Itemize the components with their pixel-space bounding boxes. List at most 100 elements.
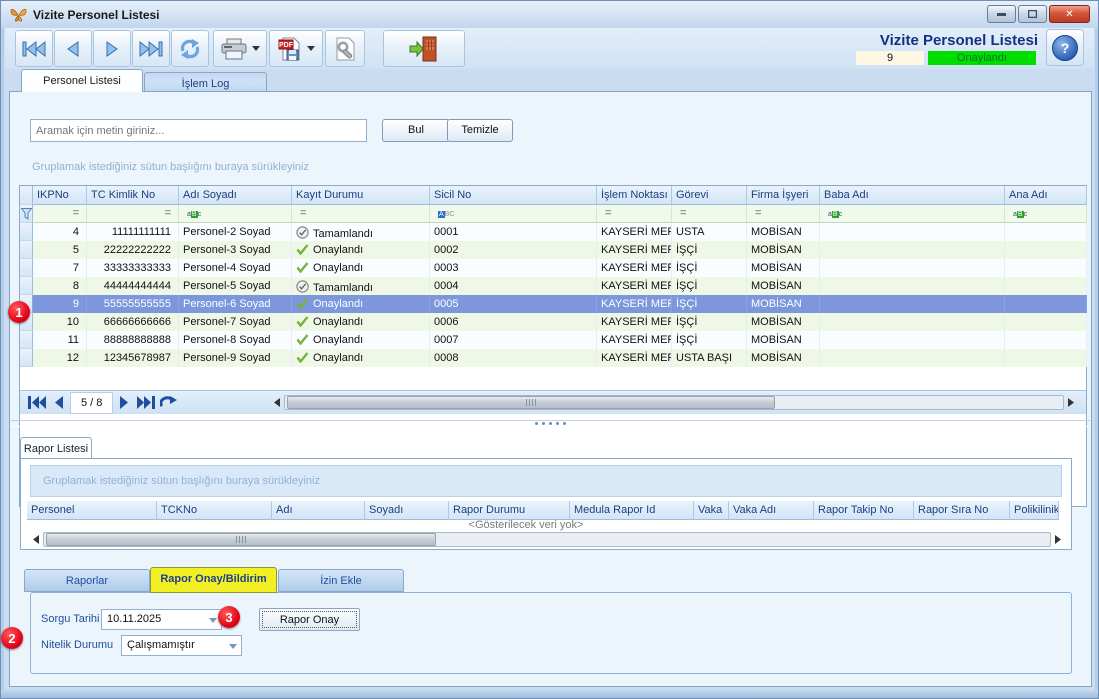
column-header[interactable]: Medula Rapor Id xyxy=(570,501,694,520)
table-row[interactable]: 1212345678987Personel-9 SoyadOnaylandı00… xyxy=(20,349,1086,367)
filter-cell[interactable]: = xyxy=(292,205,430,223)
last-record-button[interactable] xyxy=(132,30,170,67)
table-cell: Onaylandı xyxy=(292,241,430,259)
pager-last-button[interactable] xyxy=(135,393,157,413)
scroll-right-icon[interactable] xyxy=(1064,395,1078,410)
column-header[interactable]: Sicil No xyxy=(430,186,597,205)
table-row[interactable]: 1188888888888Personel-8 SoyadOnaylandı00… xyxy=(20,331,1086,349)
column-header[interactable]: Vaka Adı xyxy=(729,501,814,520)
column-header[interactable]: Rapor Takip No xyxy=(814,501,914,520)
table-row[interactable]: 1066666666666Personel-7 SoyadOnaylandı00… xyxy=(20,313,1086,331)
table-row[interactable]: 844444444444Personel-5 SoyadTamamlandı00… xyxy=(20,277,1086,295)
export-pdf-button[interactable]: PDF xyxy=(269,30,323,67)
filter-cell[interactable]: = xyxy=(672,205,747,223)
pager-first-button[interactable] xyxy=(26,393,48,413)
splitter-handle[interactable] xyxy=(11,420,1090,427)
tab-personel-listesi[interactable]: Personel Listesi xyxy=(21,69,143,92)
tab-rapor-onay-bildirim[interactable]: Rapor Onay/Bildirim xyxy=(150,567,277,593)
pdf-dropdown-icon[interactable] xyxy=(307,46,315,51)
print-button[interactable] xyxy=(213,30,267,67)
table-cell: Personel-5 Soyad xyxy=(179,277,292,295)
column-header[interactable]: Vaka xyxy=(694,501,729,520)
scroll-thumb[interactable] xyxy=(287,396,775,409)
table-cell xyxy=(1005,223,1087,241)
column-header[interactable]: Kayıt Durumu xyxy=(292,186,430,205)
column-header[interactable]: TCKNo xyxy=(157,501,272,520)
column-header[interactable]: Adı Soyadı xyxy=(179,186,292,205)
rapor-grid-hscrollbar[interactable] xyxy=(29,531,1065,548)
nitelik-durumu-select[interactable]: Çalışmamıştır xyxy=(121,635,242,656)
pager-refresh-button[interactable] xyxy=(157,393,179,413)
scroll-thumb[interactable] xyxy=(46,533,436,546)
rapor-onay-button[interactable]: Rapor Onay xyxy=(259,608,360,631)
column-header[interactable]: Ana Adı xyxy=(1005,186,1087,205)
scroll-left-icon[interactable] xyxy=(29,532,43,547)
table-cell: USTA xyxy=(672,223,747,241)
table-row[interactable]: 733333333333Personel-4 SoyadOnaylandı000… xyxy=(20,259,1086,277)
scroll-left-icon[interactable] xyxy=(270,395,284,410)
tab-islem-log[interactable]: İşlem Log xyxy=(144,72,267,92)
table-cell xyxy=(1005,241,1087,259)
filter-cell[interactable]: aBc xyxy=(179,205,292,223)
column-header[interactable]: Baba Adı xyxy=(820,186,1005,205)
find-button[interactable]: Bul xyxy=(382,119,450,142)
column-header[interactable]: Soyadı xyxy=(365,501,449,520)
table-cell: Onaylandı xyxy=(292,331,430,349)
maximize-button[interactable] xyxy=(1018,5,1047,23)
close-button[interactable]: ✕ xyxy=(1049,5,1090,23)
print-dropdown-icon[interactable] xyxy=(252,46,260,51)
filter-cell[interactable]: = xyxy=(747,205,820,223)
rapor-listesi-tab[interactable]: Rapor Listesi xyxy=(20,437,92,459)
filter-cell[interactable]: = xyxy=(597,205,672,223)
column-header[interactable]: Adı xyxy=(272,501,365,520)
search-input[interactable] xyxy=(30,119,367,142)
print-preview-button[interactable] xyxy=(325,30,365,67)
column-header[interactable]: Personel xyxy=(27,501,157,520)
tab-raporlar[interactable]: Raporlar xyxy=(24,569,150,592)
table-cell: 0007 xyxy=(430,331,597,349)
personel-grid-pager: 5 / 8 xyxy=(20,390,1086,414)
help-button[interactable]: ? xyxy=(1046,29,1084,66)
filter-cell[interactable]: ABC xyxy=(430,205,597,223)
column-header[interactable]: TC Kimlik No xyxy=(87,186,179,205)
table-cell: İŞÇİ xyxy=(672,295,747,313)
minimize-button[interactable] xyxy=(987,5,1016,23)
table-row[interactable]: 522222222222Personel-3 SoyadOnaylandı000… xyxy=(20,241,1086,259)
column-header[interactable]: İşlem Noktası xyxy=(597,186,672,205)
personel-grid-hscrollbar[interactable] xyxy=(270,394,1078,411)
column-header[interactable]: Polikilinik xyxy=(1010,501,1059,520)
filter-row[interactable]: ==aBc=ABC===aBcaBc xyxy=(20,205,1086,223)
column-header[interactable]: Görevi xyxy=(672,186,747,205)
clear-button[interactable]: Temizle xyxy=(447,119,513,142)
table-cell: 0008 xyxy=(430,349,597,367)
exit-button[interactable] xyxy=(383,30,465,67)
column-header[interactable]: Rapor Sıra No xyxy=(914,501,1010,520)
scroll-right-icon[interactable] xyxy=(1051,532,1065,547)
table-cell: KAYSERİ MERKEZ xyxy=(597,223,672,241)
column-header[interactable]: Firma İşyeri xyxy=(747,186,820,205)
table-cell: KAYSERİ MERKEZ xyxy=(597,313,672,331)
filter-cell[interactable]: aBc xyxy=(1005,205,1087,223)
pager-previous-button[interactable] xyxy=(48,393,70,413)
column-header[interactable]: Rapor Durumu xyxy=(449,501,570,520)
pager-next-button[interactable] xyxy=(113,393,135,413)
filter-cell[interactable]: = xyxy=(33,205,87,223)
filter-cell[interactable]: = xyxy=(87,205,179,223)
table-row[interactable]: 411111111111Personel-2 SoyadTamamlandı00… xyxy=(20,223,1086,241)
table-cell: Personel-7 Soyad xyxy=(179,313,292,331)
tab-izin-ekle[interactable]: İzin Ekle xyxy=(278,569,404,592)
refresh-button[interactable] xyxy=(171,30,209,67)
filter-cell[interactable]: aBc xyxy=(820,205,1005,223)
filter-icon[interactable] xyxy=(20,205,33,223)
table-cell: KAYSERİ MERKEZ xyxy=(597,241,672,259)
previous-record-button[interactable] xyxy=(54,30,92,67)
main-tabstrip: Personel Listesi İşlem Log xyxy=(9,69,1090,92)
table-cell xyxy=(1005,313,1087,331)
table-row[interactable]: 955555555555Personel-6 SoyadOnaylandı000… xyxy=(20,295,1086,313)
sorgu-tarihi-select[interactable]: 10.11.2025 xyxy=(101,609,222,630)
page-title: Vizite Personel Listesi xyxy=(856,32,1038,49)
next-record-button[interactable] xyxy=(93,30,131,67)
column-header[interactable]: IKPNo xyxy=(33,186,87,205)
first-record-button[interactable] xyxy=(15,30,53,67)
chevron-down-icon[interactable] xyxy=(226,639,239,653)
